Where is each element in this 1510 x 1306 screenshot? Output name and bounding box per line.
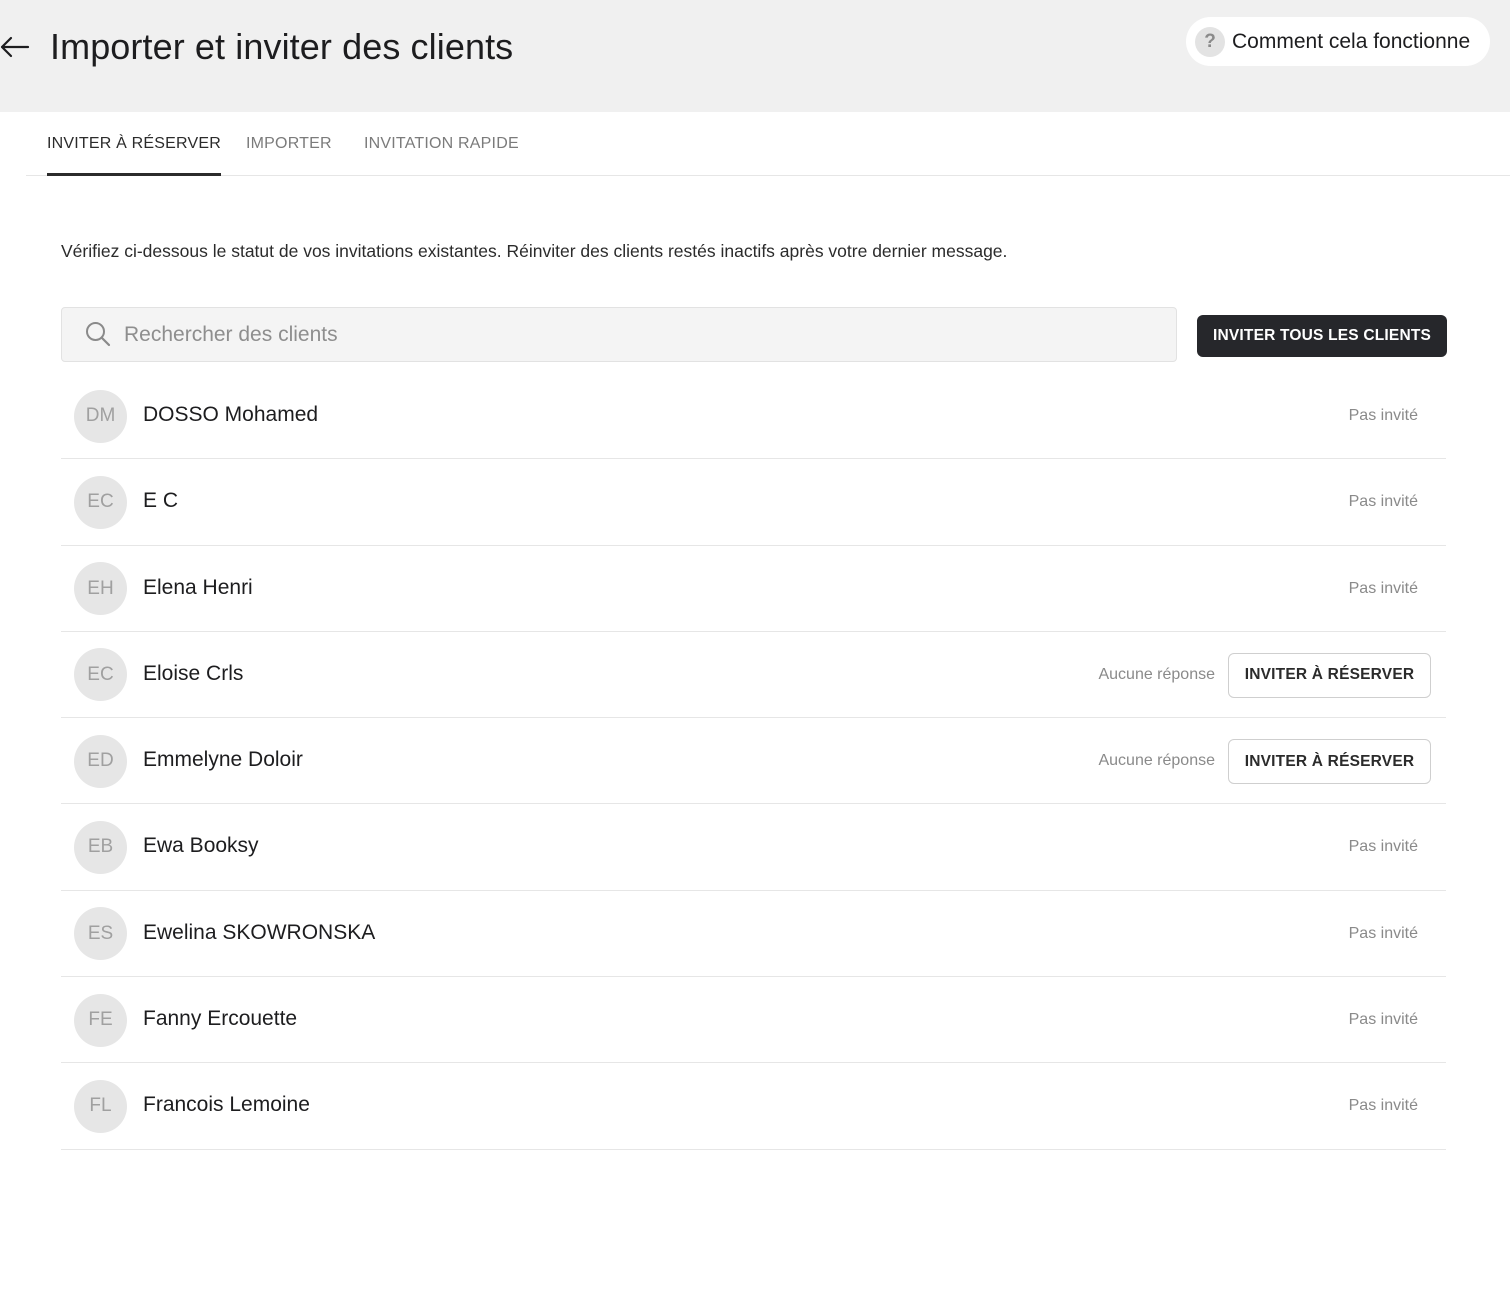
client-name: Elena Henri: [143, 575, 253, 599]
tab-quick-invite[interactable]: INVITATION RAPIDE: [364, 112, 519, 175]
search-icon: [86, 322, 111, 347]
client-row[interactable]: EC Eloise Crls Aucune réponse INVITER À …: [61, 632, 1446, 719]
client-name: E C: [143, 489, 179, 513]
tab-import[interactable]: IMPORTER: [246, 112, 332, 175]
client-row[interactable]: ES Ewelina SKOWRONSKA Pas invité: [61, 891, 1446, 978]
arrow-left-icon: [0, 36, 30, 58]
client-name: Emmelyne Doloir: [143, 748, 303, 772]
avatar: DM: [74, 389, 127, 443]
client-row[interactable]: EC E C Pas invité: [61, 459, 1446, 546]
page-header: Importer et inviter des clients ? Commen…: [0, 0, 1510, 112]
client-row[interactable]: ED Emmelyne Doloir Aucune réponse INVITE…: [61, 718, 1446, 805]
tab-invite-to-book[interactable]: INVITER À RÉSERVER: [47, 112, 222, 176]
search-box: [61, 307, 1177, 362]
invitation-status: Pas invité: [1348, 1011, 1418, 1029]
client-row[interactable]: EH Elena Henri Pas invité: [61, 546, 1446, 632]
intro-text: Vérifiez ci-dessous le statut de vos inv…: [61, 241, 1008, 261]
invitation-status: Pas invité: [1348, 924, 1418, 942]
back-button[interactable]: [0, 30, 32, 64]
invite-to-book-button[interactable]: INVITER À RÉSERVER: [1228, 652, 1431, 698]
tab-bar: INVITER À RÉSERVER IMPORTER INVITATION R…: [26, 112, 1510, 176]
invite-all-clients-button[interactable]: INVITER TOUS LES CLIENTS: [1197, 315, 1447, 357]
avatar: FL: [74, 1079, 127, 1133]
avatar: EH: [74, 562, 127, 616]
avatar: EC: [74, 475, 127, 529]
invitation-status: Pas invité: [1348, 407, 1418, 424]
client-name: Fanny Ercouette: [143, 1007, 298, 1031]
avatar: ED: [74, 734, 127, 788]
invitation-status: Aucune réponse: [1098, 752, 1215, 770]
client-row[interactable]: FL Francois Lemoine Pas invité: [61, 1063, 1446, 1150]
client-name: Francois Lemoine: [143, 1093, 310, 1117]
client-row[interactable]: DM DOSSO Mohamed Pas invité: [61, 373, 1446, 460]
invitation-status: Pas invité: [1348, 579, 1418, 597]
avatar: ES: [74, 907, 127, 961]
how-it-works-button[interactable]: ? Comment cela fonctionne: [1186, 17, 1490, 66]
question-mark-icon: ?: [1195, 26, 1225, 57]
invitation-status: Aucune réponse: [1098, 665, 1215, 683]
client-list: DM DOSSO Mohamed Pas invité EC E C Pas i…: [61, 373, 1446, 1150]
how-it-works-label: Comment cela fonctionne: [1232, 29, 1471, 53]
client-row[interactable]: FE Fanny Ercouette Pas invité: [61, 977, 1446, 1064]
page-title: Importer et inviter des clients: [50, 26, 514, 67]
avatar: FE: [74, 993, 127, 1047]
invitation-status: Pas invité: [1348, 493, 1418, 511]
invite-to-book-button[interactable]: INVITER À RÉSERVER: [1228, 739, 1431, 785]
avatar: EC: [74, 648, 127, 702]
client-row[interactable]: EB Ewa Booksy Pas invité: [61, 804, 1446, 891]
invitation-status: Pas invité: [1348, 1097, 1418, 1115]
search-input[interactable]: [124, 308, 1164, 361]
client-name: Ewa Booksy: [143, 834, 259, 858]
avatar: EB: [74, 820, 127, 874]
client-name: DOSSO Mohamed: [143, 403, 319, 426]
invitation-status: Pas invité: [1348, 838, 1418, 856]
client-name: Eloise Crls: [143, 661, 244, 685]
client-name: Ewelina SKOWRONSKA: [143, 920, 376, 944]
